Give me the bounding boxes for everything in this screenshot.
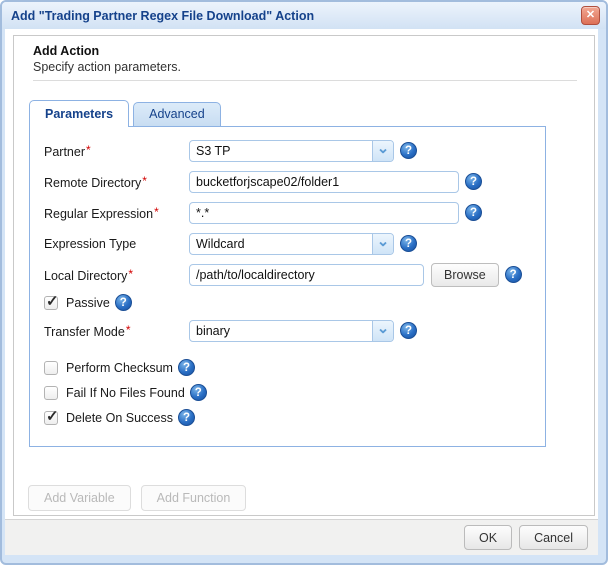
help-icon[interactable]: ?: [178, 409, 195, 426]
ok-button[interactable]: OK: [464, 525, 512, 550]
expression-type-label: Expression Type: [44, 237, 189, 251]
chevron-down-icon[interactable]: ⌄: [372, 234, 393, 254]
remote-directory-input[interactable]: [189, 171, 459, 193]
transfer-mode-label: Transfer Mode*: [44, 323, 189, 339]
required-marker: *: [125, 323, 131, 337]
field-row-local-directory: Local Directory* Browse ?: [30, 259, 545, 290]
field-row-partner: Partner* S3 TP ⌄ ?: [30, 135, 545, 166]
local-directory-label: Local Directory*: [44, 267, 189, 283]
field-row-perform-checksum: Perform Checksum ?: [30, 355, 545, 380]
help-icon[interactable]: ?: [465, 173, 482, 190]
chevron-down-icon[interactable]: ⌄: [372, 321, 393, 341]
help-icon[interactable]: ?: [465, 204, 482, 221]
header-divider: [33, 80, 577, 81]
local-directory-input[interactable]: [189, 264, 424, 286]
add-function-button[interactable]: Add Function: [141, 485, 247, 511]
help-icon[interactable]: ?: [505, 266, 522, 283]
dialog-body: Add Action Specify action parameters. Pa…: [5, 29, 598, 555]
fail-if-no-files-checkbox[interactable]: [44, 386, 58, 400]
close-icon[interactable]: ✕: [581, 6, 600, 25]
panel-subtitle: Specify action parameters.: [33, 60, 594, 74]
action-panel: Add Action Specify action parameters. Pa…: [13, 35, 595, 516]
browse-button[interactable]: Browse: [431, 263, 499, 287]
tab-strip: Parameters Advanced: [29, 99, 594, 126]
partner-select-value: S3 TP: [190, 141, 372, 161]
required-marker: *: [127, 267, 133, 281]
partner-select[interactable]: S3 TP ⌄: [189, 140, 394, 162]
remote-directory-label: Remote Directory*: [44, 174, 189, 190]
panel-title: Add Action: [33, 44, 594, 58]
help-icon[interactable]: ?: [178, 359, 195, 376]
perform-checksum-label: Perform Checksum: [66, 361, 173, 375]
help-icon[interactable]: ?: [400, 142, 417, 159]
expression-type-select[interactable]: Wildcard ⌄: [189, 233, 394, 255]
transfer-mode-select-value: binary: [190, 321, 372, 341]
checkmark-icon: ✓: [46, 407, 59, 425]
add-action-dialog: Add "Trading Partner Regex File Download…: [0, 0, 608, 565]
help-icon[interactable]: ?: [190, 384, 207, 401]
required-marker: *: [153, 205, 159, 219]
help-icon[interactable]: ?: [115, 294, 132, 311]
field-row-transfer-mode: Transfer Mode* binary ⌄ ?: [30, 315, 545, 346]
partner-label: Partner*: [44, 143, 189, 159]
dialog-footer: OK Cancel: [5, 519, 598, 555]
regular-expression-input[interactable]: [189, 202, 459, 224]
field-row-fail-if-no-files: Fail If No Files Found ?: [30, 380, 545, 405]
fail-if-no-files-label: Fail If No Files Found: [66, 386, 185, 400]
tab-advanced[interactable]: Advanced: [133, 102, 221, 126]
dialog-title: Add "Trading Partner Regex File Download…: [2, 9, 314, 23]
tab-parameters[interactable]: Parameters: [29, 100, 129, 127]
passive-checkbox[interactable]: ✓: [44, 296, 58, 310]
field-row-regular-expression: Regular Expression* ?: [30, 197, 545, 228]
regular-expression-label: Regular Expression*: [44, 205, 189, 221]
dialog-titlebar: Add "Trading Partner Regex File Download…: [2, 2, 606, 29]
panel-header: Add Action Specify action parameters.: [14, 36, 594, 74]
transfer-mode-select[interactable]: binary ⌄: [189, 320, 394, 342]
help-icon[interactable]: ?: [400, 235, 417, 252]
cancel-button[interactable]: Cancel: [519, 525, 588, 550]
delete-on-success-checkbox[interactable]: ✓: [44, 411, 58, 425]
help-icon[interactable]: ?: [400, 322, 417, 339]
field-row-expression-type: Expression Type Wildcard ⌄ ?: [30, 228, 545, 259]
delete-on-success-label: Delete On Success: [66, 411, 173, 425]
required-marker: *: [141, 174, 147, 188]
field-row-delete-on-success: ✓ Delete On Success ?: [30, 405, 545, 430]
checkmark-icon: ✓: [46, 292, 59, 310]
variable-function-buttons: Add Variable Add Function: [28, 485, 594, 511]
field-row-remote-directory: Remote Directory* ?: [30, 166, 545, 197]
field-row-passive: ✓ Passive ?: [30, 290, 545, 315]
passive-label: Passive: [66, 296, 110, 310]
expression-type-select-value: Wildcard: [190, 234, 372, 254]
parameters-tab-panel: Partner* S3 TP ⌄ ? Remote Directory* ? R…: [29, 126, 546, 447]
add-variable-button[interactable]: Add Variable: [28, 485, 131, 511]
perform-checksum-checkbox[interactable]: [44, 361, 58, 375]
chevron-down-icon[interactable]: ⌄: [372, 141, 393, 161]
required-marker: *: [85, 143, 91, 157]
